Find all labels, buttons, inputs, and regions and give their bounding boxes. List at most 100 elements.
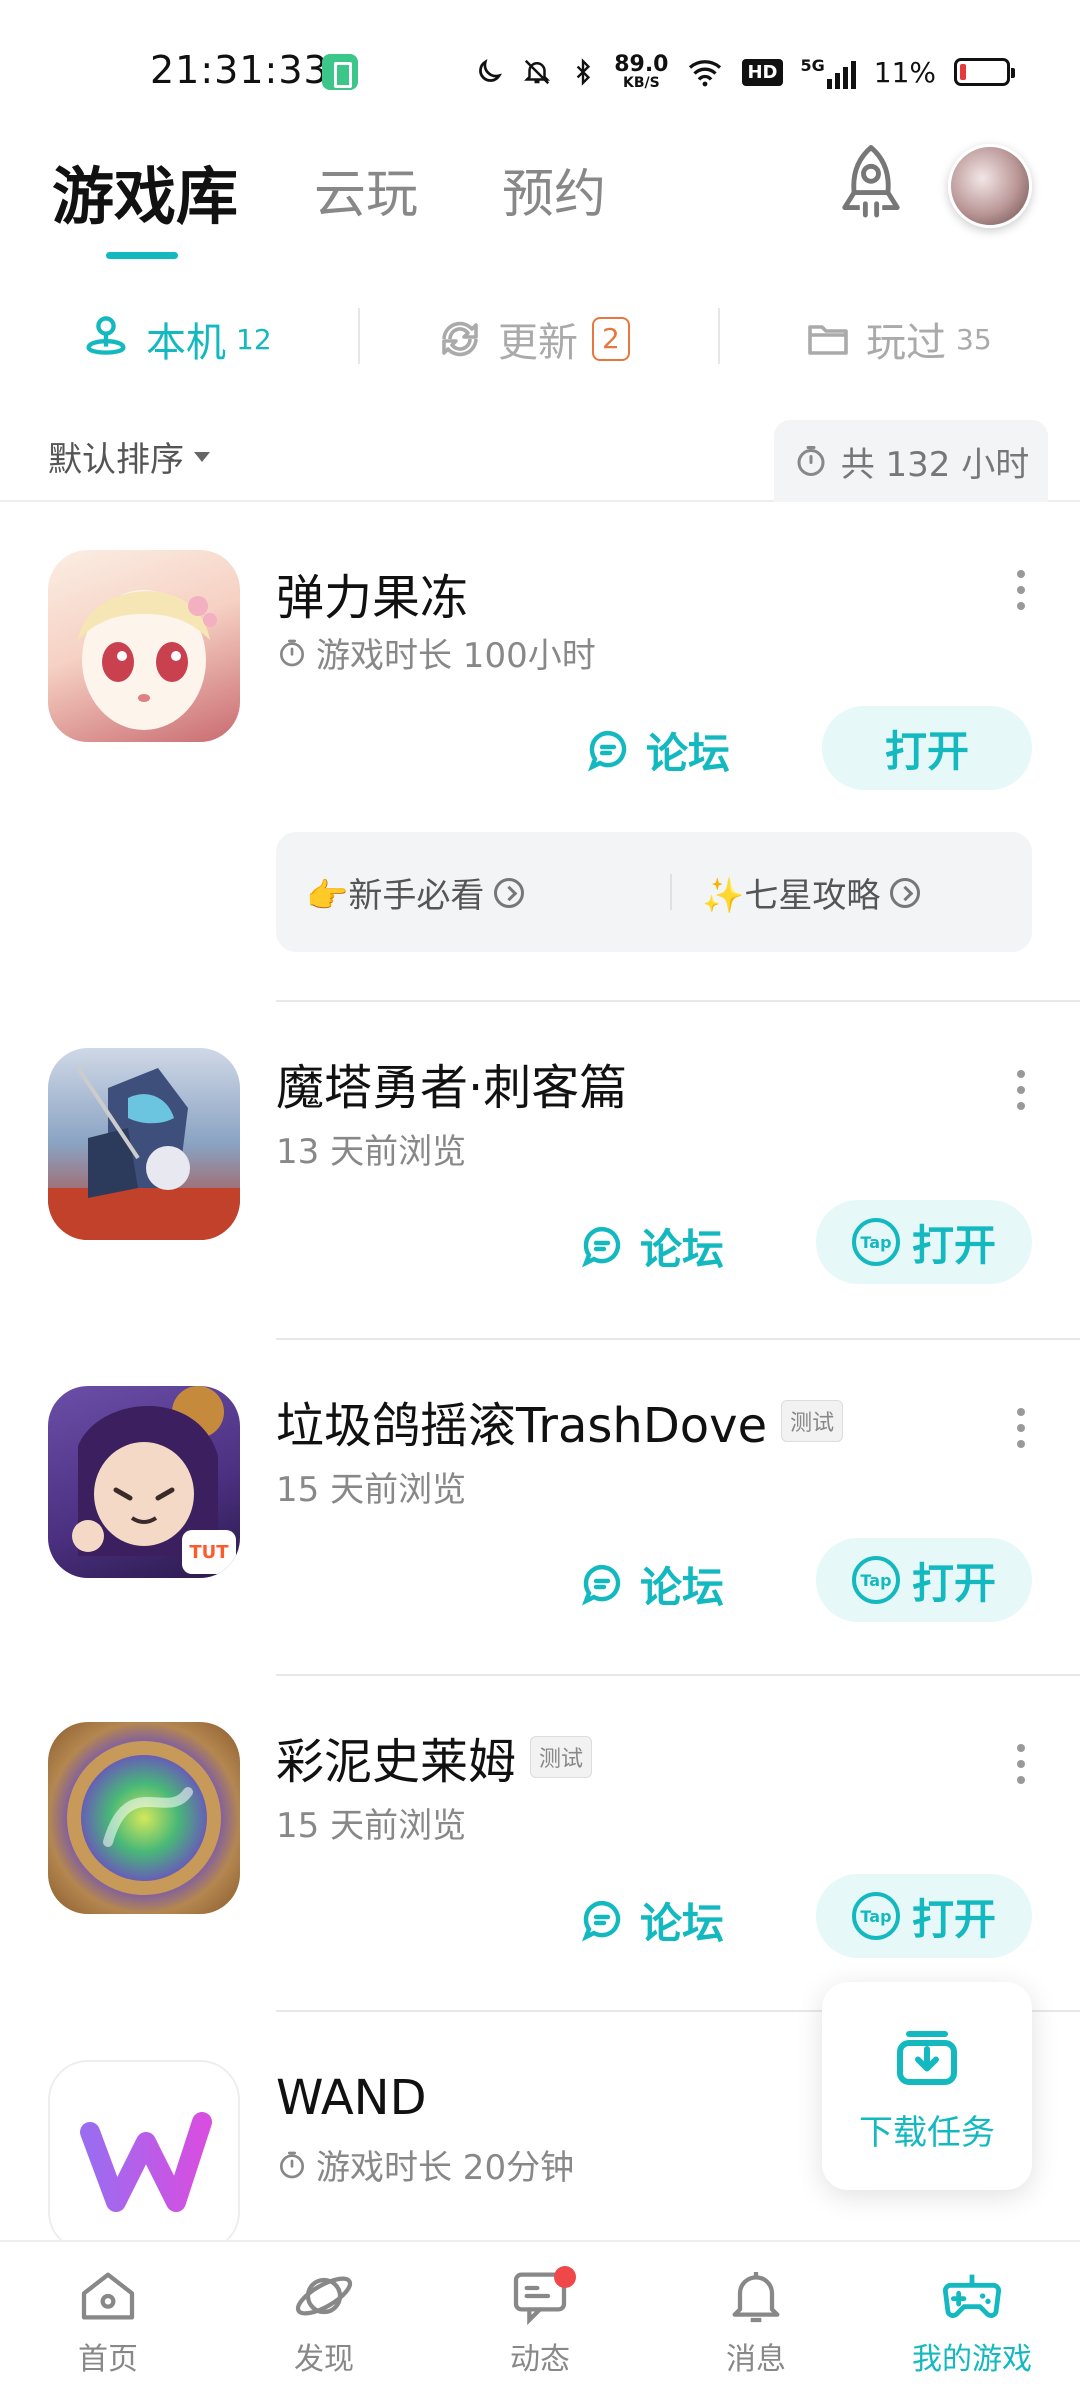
open-button[interactable]: Tap 打开	[816, 1874, 1032, 1958]
tap-icon: Tap	[851, 1218, 900, 1266]
total-playtime: 共 132 小时	[774, 420, 1048, 502]
subtab-local-label: 本机	[146, 320, 226, 366]
list-divider	[276, 1338, 1080, 1340]
subtab-divider	[358, 308, 360, 364]
nav-messages[interactable]: 消息	[676, 2264, 836, 2378]
moon-icon	[479, 59, 503, 82]
mute-bell-icon	[524, 59, 551, 85]
bottom-nav: 首页 发现 动态 消息 我的游戏	[0, 2240, 1080, 2400]
game-playtime: 游戏时长 100小时	[276, 628, 596, 677]
game-icon-slime[interactable]	[48, 1722, 240, 1914]
stopwatch-icon	[280, 2151, 304, 2178]
battery-app-icon	[322, 54, 358, 90]
list-divider	[276, 1674, 1080, 1676]
nav-my-games[interactable]: 我的游戏	[892, 2264, 1052, 2378]
nav-my-games-label: 我的游戏	[912, 2342, 1032, 2377]
status-time: 21:31:33	[150, 48, 329, 92]
tab-cloud-play[interactable]: 云玩	[314, 152, 418, 227]
list-divider	[276, 1000, 1080, 1002]
guide-link-strategy[interactable]: ✨七星攻略	[702, 868, 921, 917]
slime-orb-icon	[67, 1741, 221, 1895]
refresh-icon	[442, 321, 478, 357]
download-tray-icon	[897, 2030, 957, 2085]
status-bar: 21:31:33 89.0 KB/S HD 5G 11%	[0, 0, 1080, 140]
total-playtime-text: 共 132 小时	[840, 444, 1030, 485]
game-title: WAND	[276, 2070, 427, 2126]
game-last-viewed-text: 15 天前浏览	[276, 1806, 467, 1846]
planet-icon	[295, 2276, 353, 2316]
game-title-text: 垃圾鸽摇滚TrashDove	[276, 1398, 768, 1454]
subtab-updates[interactable]: 更新 2	[436, 310, 630, 368]
tap-icon: Tap	[851, 1556, 900, 1604]
subtab-played[interactable]: 玩过 35	[804, 310, 992, 368]
forum-icon	[581, 1564, 621, 1605]
forum-icon	[581, 1900, 621, 1941]
user-avatar[interactable]	[948, 144, 1032, 228]
network-type: 5G	[800, 55, 825, 75]
guide-strategy-label: ✨七星攻略	[702, 876, 881, 916]
game-playtime-text: 游戏时长 100小时	[316, 636, 596, 676]
game-icon-wand[interactable]	[48, 2060, 240, 2252]
nav-discover[interactable]: 发现	[244, 2264, 404, 2378]
sort-dropdown[interactable]: 默认排序	[48, 432, 210, 481]
stopwatch-icon	[280, 639, 304, 666]
rocket-icon[interactable]	[826, 140, 916, 230]
gamepad-icon	[942, 2274, 1002, 2318]
game-title: 魔塔勇者·刺客篇	[276, 1048, 627, 1118]
status-icons: 89.0 KB/S HD 5G 11%	[474, 44, 1015, 100]
forum-label: 论坛	[640, 1563, 725, 1612]
tab-game-library[interactable]: 游戏库	[52, 146, 238, 236]
sub-tabs: 本机 12 更新 2 玩过 35	[0, 290, 1080, 390]
forum-label: 论坛	[646, 729, 731, 778]
battery-percent: 11%	[873, 55, 936, 89]
guide-link-beginner[interactable]: 👉新手必看	[306, 868, 525, 917]
guide-beginner-label: 👉新手必看	[306, 876, 485, 916]
test-tag: 测试	[530, 1736, 593, 1778]
forum-button[interactable]: 论坛	[578, 1216, 724, 1277]
forum-icon	[587, 730, 627, 771]
forum-button[interactable]: 论坛	[578, 1890, 724, 1951]
tab-reservations[interactable]: 预约	[502, 152, 606, 227]
nav-home[interactable]: 首页	[28, 2264, 188, 2378]
net-speed-unit: KB/S	[622, 75, 660, 91]
game-playtime: 游戏时长 20分钟	[276, 2140, 574, 2189]
game-icon-trash-dove[interactable]: TUT	[48, 1386, 240, 1578]
wand-logo-icon	[80, 2112, 212, 2212]
more-options-icon[interactable]	[1016, 1744, 1026, 1784]
guide-panel: 👉新手必看 ✨七星攻略	[276, 832, 1032, 952]
cell-signal: 5G	[801, 56, 856, 89]
game-icon-magic-tower[interactable]	[48, 1048, 240, 1240]
subtab-local-count: 12	[236, 322, 272, 356]
game-icon-jelly[interactable]	[48, 550, 240, 742]
forum-button[interactable]: 论坛	[578, 1554, 724, 1615]
game-last-viewed: 15 天前浏览	[276, 1462, 466, 1511]
download-tasks-button[interactable]: 下载任务	[822, 1982, 1032, 2190]
forum-icon	[581, 1226, 621, 1267]
circle-arrow-icon	[890, 877, 921, 908]
circle-arrow-icon	[494, 877, 525, 908]
game-last-viewed-text: 15 天前浏览	[276, 1470, 467, 1510]
folder-icon	[808, 325, 848, 355]
hd-badge: HD	[742, 58, 783, 86]
game-last-viewed-text: 13 天前浏览	[276, 1132, 467, 1172]
subtab-local[interactable]: 本机 12	[80, 310, 272, 368]
open-label: 打开	[911, 1558, 996, 1608]
forum-button[interactable]: 论坛	[584, 720, 730, 781]
game-last-viewed: 15 天前浏览	[276, 1798, 466, 1847]
game-title-text: WAND	[276, 2070, 427, 2126]
net-speed-value: 89.0	[614, 52, 669, 77]
nav-feed[interactable]: 动态	[460, 2264, 620, 2378]
battery-icon	[954, 58, 1015, 86]
open-button[interactable]: 打开	[822, 706, 1032, 790]
more-options-icon[interactable]	[1016, 1408, 1026, 1448]
nav-feed-label: 动态	[510, 2342, 570, 2377]
open-button[interactable]: Tap 打开	[816, 1200, 1032, 1284]
anime-girl-icon	[78, 590, 217, 730]
test-tag: 测试	[781, 1400, 844, 1442]
more-options-icon[interactable]	[1016, 570, 1026, 610]
bell-icon	[732, 2272, 780, 2323]
download-tasks-label: 下载任务	[859, 2112, 995, 2153]
more-options-icon[interactable]	[1016, 1070, 1026, 1110]
open-button[interactable]: Tap 打开	[816, 1538, 1032, 1622]
forum-label: 论坛	[640, 1225, 725, 1274]
